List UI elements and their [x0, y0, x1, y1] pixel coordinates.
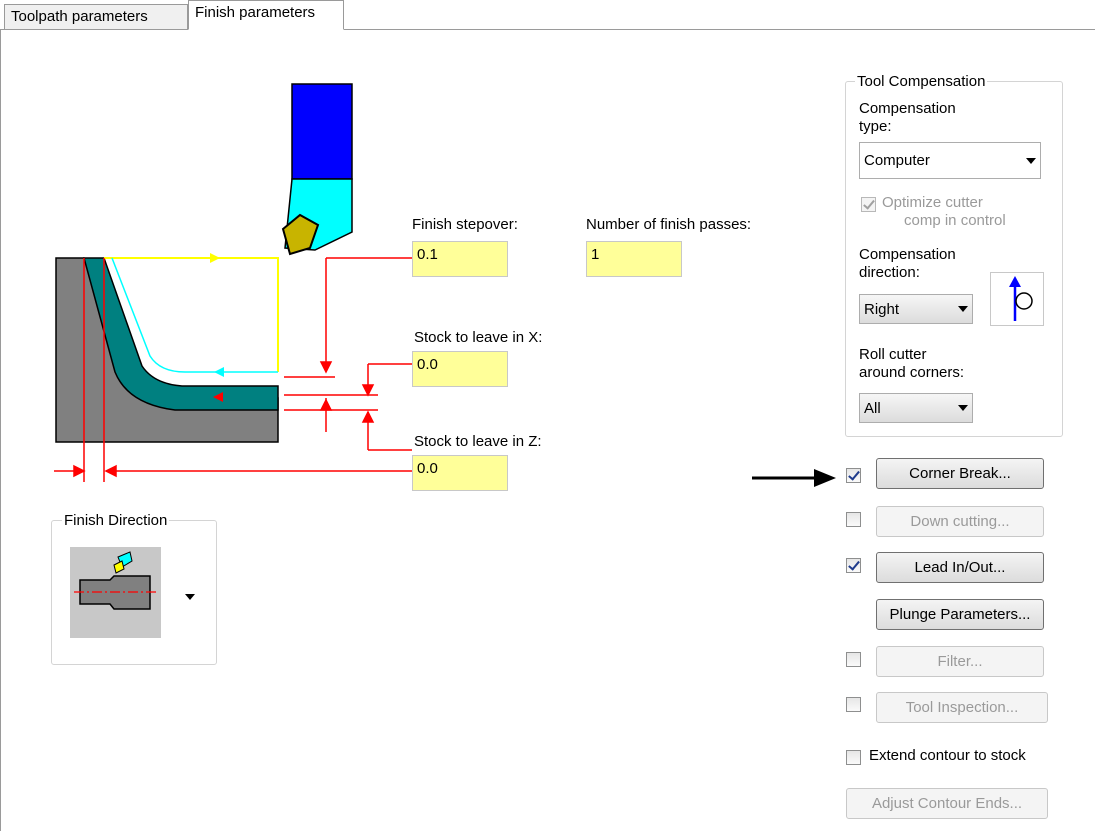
finish-stepover-label: Finish stepover: — [412, 216, 518, 233]
part-stock — [55, 257, 279, 443]
stock-x-input[interactable]: 0.0 — [412, 351, 508, 387]
tool-holder — [291, 83, 353, 180]
roll-cutter-label-1: Roll cutter — [859, 346, 927, 363]
compensation-type-label-1: Compensation — [859, 100, 956, 117]
chevron-down-icon — [958, 306, 968, 312]
optimize-cutter-label-2: comp in control — [904, 212, 1006, 229]
corner-break-checkbox[interactable] — [846, 468, 861, 483]
extend-contour-checkbox[interactable] — [846, 750, 861, 765]
stock-x-label: Stock to leave in X: — [414, 329, 543, 346]
finish-direction-icon — [74, 551, 156, 610]
filter-checkbox[interactable] — [846, 652, 861, 667]
lead-in-out-checkbox[interactable] — [846, 558, 861, 573]
roll-cutter-label-2: around corners: — [859, 364, 965, 381]
adjust-contour-ends-button[interactable]: Adjust Contour Ends... — [846, 788, 1048, 819]
chevron-down-icon — [958, 405, 968, 411]
roll-cutter-value: All — [864, 399, 881, 417]
pointer-arrow-icon — [752, 469, 836, 487]
compensation-direction-select[interactable]: Right — [859, 294, 973, 324]
comp-right-icon — [1009, 276, 1033, 321]
compensation-direction-preview — [990, 272, 1044, 326]
plunge-parameters-button[interactable]: Plunge Parameters... — [876, 599, 1044, 630]
tool-inspection-button[interactable]: Tool Inspection... — [876, 692, 1048, 723]
compensation-direction-label-1: Compensation — [859, 246, 956, 263]
rough-path-arrow — [210, 253, 220, 263]
finish-direction-picker[interactable] — [70, 547, 161, 638]
tab-finish-parameters[interactable]: Finish parameters — [188, 0, 344, 30]
lead-in-out-button[interactable]: Lead In/Out... — [876, 552, 1044, 583]
compensation-direction-label-2: direction: — [859, 264, 920, 281]
finish-passes-input[interactable]: 1 — [586, 241, 682, 277]
compensation-direction-value: Right — [864, 300, 900, 318]
corner-break-button[interactable]: Corner Break... — [876, 458, 1044, 489]
down-cutting-checkbox[interactable] — [846, 512, 861, 527]
stock-z-label: Stock to leave in Z: — [414, 433, 542, 450]
compensation-type-select[interactable]: Computer — [859, 142, 1041, 179]
extend-contour-label: Extend contour to stock — [869, 747, 1026, 764]
optimize-cutter-checkbox[interactable] — [861, 197, 876, 212]
finish-passes-label: Number of finish passes: — [586, 216, 752, 233]
compensation-type-label-2: type: — [859, 118, 892, 135]
roll-cutter-select[interactable]: All — [859, 393, 973, 423]
down-cutting-button[interactable]: Down cutting... — [876, 506, 1044, 537]
tool-inspection-checkbox[interactable] — [846, 697, 861, 712]
filter-button[interactable]: Filter... — [876, 646, 1044, 677]
chevron-down-icon — [1026, 157, 1036, 164]
finish-stepover-input[interactable]: 0.1 — [412, 241, 508, 277]
finish-path-arrow — [214, 367, 224, 377]
stock-z-input[interactable]: 0.0 — [412, 455, 508, 491]
tab-toolpath-parameters[interactable]: Toolpath parameters — [4, 4, 188, 30]
finish-direction-title: Finish Direction — [62, 512, 170, 529]
optimize-cutter-label-1: Optimize cutter — [882, 194, 983, 211]
finish-direction-dropdown-arrow[interactable] — [185, 594, 195, 600]
tool-compensation-title: Tool Compensation — [855, 73, 988, 90]
compensation-type-value: Computer — [864, 152, 930, 169]
